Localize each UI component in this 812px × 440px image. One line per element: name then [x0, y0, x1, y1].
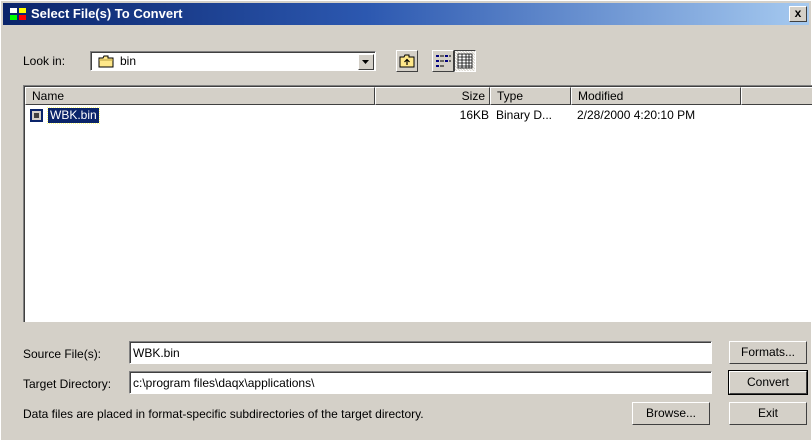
- up-one-level-button[interactable]: [396, 50, 418, 72]
- binary-file-icon: [29, 108, 44, 123]
- target-directory-label: Target Directory:: [23, 377, 112, 391]
- app-icon: [10, 8, 26, 20]
- file-row[interactable]: WBK.bin 16KB Binary D... 2/28/2000 4:20:…: [25, 107, 785, 124]
- browse-button[interactable]: Browse...: [632, 402, 710, 425]
- exit-button[interactable]: Exit: [729, 402, 807, 425]
- source-files-value: WBK.bin: [133, 346, 180, 360]
- column-header-label: Type: [497, 89, 524, 103]
- look-in-dropdown-button[interactable]: [358, 54, 374, 70]
- column-header-type[interactable]: Type: [490, 87, 571, 105]
- folder-icon: [98, 55, 114, 68]
- column-header-label: Size: [461, 89, 485, 103]
- details-view-button[interactable]: [454, 50, 476, 72]
- column-header-size[interactable]: Size: [375, 87, 490, 105]
- file-size: 16KB: [459, 108, 489, 122]
- formats-button[interactable]: Formats...: [729, 341, 807, 364]
- title-bar[interactable]: Select File(s) To Convert x: [3, 3, 809, 25]
- column-header-label: Name: [32, 89, 65, 103]
- file-modified: 2/28/2000 4:20:10 PM: [577, 108, 696, 122]
- source-files-input[interactable]: WBK.bin: [129, 341, 712, 364]
- target-directory-value: c:\program files\daqx\applications\: [133, 376, 315, 390]
- look-in-combobox[interactable]: bin: [90, 51, 376, 71]
- list-view-button[interactable]: [432, 50, 454, 72]
- column-header-modified[interactable]: Modified: [571, 87, 741, 105]
- details-view-icon: [457, 53, 473, 69]
- close-icon: x: [794, 6, 802, 20]
- column-header-label: Modified: [578, 89, 624, 103]
- column-header-blank: [741, 87, 812, 105]
- chevron-down-icon: [362, 60, 369, 64]
- window-title: Select File(s) To Convert: [31, 6, 183, 21]
- target-directory-input[interactable]: c:\program files\daqx\applications\: [129, 371, 712, 394]
- source-files-label: Source File(s):: [23, 347, 102, 361]
- up-folder-icon: [399, 54, 415, 68]
- convert-button[interactable]: Convert: [728, 370, 808, 395]
- close-button[interactable]: x: [789, 6, 807, 22]
- select-files-dialog: Select File(s) To Convert x Look in: bin: [0, 0, 812, 440]
- list-view-icon: [436, 55, 451, 67]
- column-header-name[interactable]: Name: [25, 87, 375, 105]
- file-name: WBK.bin: [47, 107, 100, 124]
- file-type: Binary D...: [496, 108, 553, 122]
- look-in-label: Look in:: [23, 54, 66, 68]
- info-note: Data files are placed in format-specific…: [23, 407, 424, 421]
- file-list[interactable]: Name Size Type Modified WBK.bin 16KB Bin…: [23, 85, 812, 322]
- look-in-value: bin: [120, 54, 137, 68]
